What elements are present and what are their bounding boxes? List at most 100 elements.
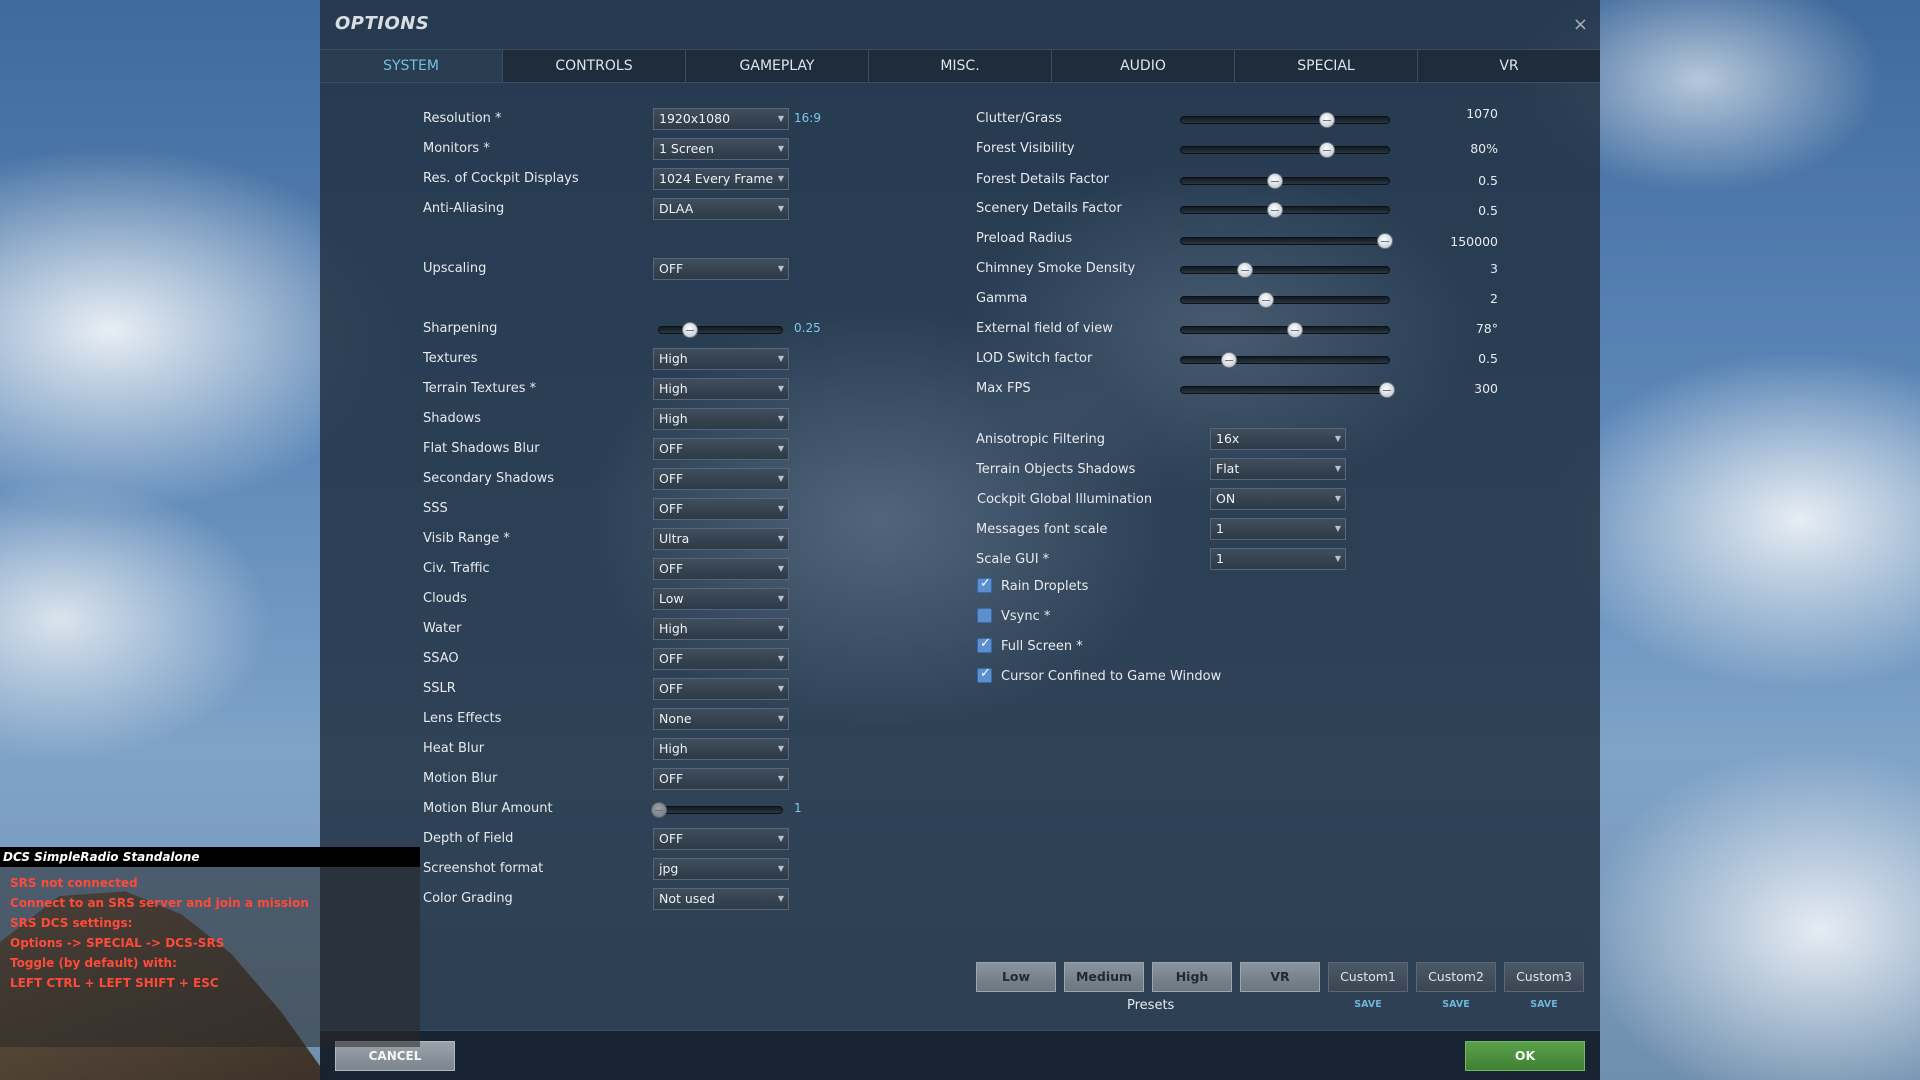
motion-blur-amount-slider[interactable] bbox=[651, 802, 783, 818]
max-fps-slider[interactable] bbox=[1180, 382, 1395, 398]
slider-thumb[interactable] bbox=[1378, 382, 1395, 398]
slider-thumb[interactable] bbox=[1266, 173, 1283, 189]
visib-range-dropdown[interactable]: Ultra ▼ bbox=[653, 528, 789, 550]
slider-thumb[interactable] bbox=[1318, 142, 1335, 158]
preset-low-button[interactable]: Low bbox=[976, 962, 1056, 992]
clouds-dropdown[interactable]: Low ▼ bbox=[653, 588, 789, 610]
rain-droplets-checkbox[interactable]: ✓ bbox=[977, 576, 992, 593]
close-icon[interactable]: × bbox=[1573, 14, 1588, 35]
slider-thumb[interactable] bbox=[1287, 322, 1304, 338]
preset-medium-button[interactable]: Medium bbox=[1064, 962, 1144, 992]
water-dropdown[interactable]: High ▼ bbox=[653, 618, 789, 640]
shadows-dropdown[interactable]: High ▼ bbox=[653, 408, 789, 430]
heat-blur-dropdown[interactable]: High ▼ bbox=[653, 738, 789, 760]
monitors-dropdown[interactable]: 1 Screen ▼ bbox=[653, 138, 789, 160]
cockpit-global-illumination-dropdown[interactable]: ON ▼ bbox=[1210, 488, 1346, 510]
color-grading-dropdown[interactable]: Not used ▼ bbox=[653, 888, 789, 910]
chimney-smoke-density-slider[interactable] bbox=[1180, 262, 1390, 278]
chevron-down-icon: ▼ bbox=[777, 444, 784, 453]
tab-controls[interactable]: CONTROLS bbox=[503, 50, 686, 82]
sslr-dropdown[interactable]: OFF ▼ bbox=[653, 678, 789, 700]
heat-blur-label: Heat Blur bbox=[423, 741, 485, 756]
civ-traffic-dropdown[interactable]: OFF ▼ bbox=[653, 558, 789, 580]
clutter-grass-slider[interactable] bbox=[1180, 112, 1390, 128]
rain-droplets-label: Rain Droplets bbox=[1001, 579, 1089, 594]
lod-switch-factor-slider[interactable] bbox=[1180, 352, 1390, 368]
motion-blur-amount-label: Motion Blur Amount bbox=[423, 801, 553, 816]
dropdown-value: High bbox=[659, 381, 688, 396]
dropdown-value: Ultra bbox=[659, 531, 690, 546]
preset-custom1-button[interactable]: Custom1 bbox=[1328, 962, 1408, 992]
dropdown-value: 1 bbox=[1216, 521, 1224, 536]
dropdown-value: OFF bbox=[659, 771, 684, 786]
sharpening-slider[interactable] bbox=[658, 322, 783, 338]
chevron-down-icon: ▼ bbox=[777, 774, 784, 783]
screenshot-format-dropdown[interactable]: jpg ▼ bbox=[653, 858, 789, 880]
messages-font-scale-label: Messages font scale bbox=[976, 522, 1108, 537]
ssao-label: SSAO bbox=[423, 651, 459, 666]
anisotropic-filtering-label: Anisotropic Filtering bbox=[976, 432, 1106, 447]
slider-thumb[interactable] bbox=[1266, 202, 1283, 218]
preload-radius-slider[interactable] bbox=[1180, 233, 1393, 249]
preset-custom2-button[interactable]: Custom2 bbox=[1416, 962, 1496, 992]
anisotropic-filtering-dropdown[interactable]: 16x ▼ bbox=[1210, 428, 1346, 450]
lens-effects-dropdown[interactable]: None ▼ bbox=[653, 708, 789, 730]
upscaling-dropdown[interactable]: OFF ▼ bbox=[653, 258, 789, 280]
flat-shadows-blur-dropdown[interactable]: OFF ▼ bbox=[653, 438, 789, 460]
slider-thumb[interactable] bbox=[651, 802, 667, 818]
scenery-details-factor-label: Scenery Details Factor bbox=[976, 201, 1122, 216]
save-custom3-link[interactable]: SAVE bbox=[1504, 999, 1584, 1010]
aspect-ratio-text: 16:9 bbox=[794, 111, 821, 125]
slider-thumb[interactable] bbox=[1237, 262, 1254, 278]
messages-font-scale-dropdown[interactable]: 1 ▼ bbox=[1210, 518, 1346, 540]
slider-thumb[interactable] bbox=[681, 322, 698, 338]
tab-gameplay[interactable]: GAMEPLAY bbox=[686, 50, 869, 82]
preset-vr-button[interactable]: VR bbox=[1240, 962, 1320, 992]
external-fov-slider[interactable] bbox=[1180, 322, 1390, 338]
slider-thumb[interactable] bbox=[1258, 292, 1275, 308]
gamma-slider[interactable] bbox=[1180, 292, 1390, 308]
tab-system[interactable]: SYSTEM bbox=[320, 50, 503, 82]
secondary-shadows-dropdown[interactable]: OFF ▼ bbox=[653, 468, 789, 490]
tab-audio[interactable]: AUDIO bbox=[1052, 50, 1235, 82]
tab-vr[interactable]: VR bbox=[1418, 50, 1600, 82]
tab-misc[interactable]: MISC. bbox=[869, 50, 1052, 82]
slider-thumb[interactable] bbox=[1318, 112, 1335, 128]
sss-dropdown[interactable]: OFF ▼ bbox=[653, 498, 789, 520]
dropdown-value: Not used bbox=[659, 891, 715, 906]
gamma-label: Gamma bbox=[976, 291, 1028, 306]
vsync-checkbox[interactable]: ✓ bbox=[977, 608, 992, 623]
slider-thumb[interactable] bbox=[1376, 233, 1393, 249]
scale-gui-dropdown[interactable]: 1 ▼ bbox=[1210, 548, 1346, 570]
tab-special[interactable]: SPECIAL bbox=[1235, 50, 1418, 82]
scenery-details-factor-slider[interactable] bbox=[1180, 202, 1390, 218]
terrain-objects-shadows-dropdown[interactable]: Flat ▼ bbox=[1210, 458, 1346, 480]
motion-blur-dropdown[interactable]: OFF ▼ bbox=[653, 768, 789, 790]
presets-label: Presets bbox=[1127, 998, 1175, 1013]
water-label: Water bbox=[423, 621, 462, 636]
save-custom2-link[interactable]: SAVE bbox=[1416, 999, 1496, 1010]
cockpit-displays-dropdown[interactable]: 1024 Every Frame ▼ bbox=[653, 168, 789, 190]
sslr-label: SSLR bbox=[423, 681, 456, 696]
cursor-confined-checkbox[interactable]: ✓ bbox=[977, 666, 992, 683]
chevron-down-icon: ▼ bbox=[777, 564, 784, 573]
chevron-down-icon: ▼ bbox=[777, 744, 784, 753]
chevron-down-icon: ▼ bbox=[777, 894, 784, 903]
slider-thumb[interactable] bbox=[1220, 352, 1237, 368]
forest-details-factor-slider[interactable] bbox=[1180, 173, 1390, 189]
preset-custom3-button[interactable]: Custom3 bbox=[1504, 962, 1584, 992]
textures-dropdown[interactable]: High ▼ bbox=[653, 348, 789, 370]
terrain-textures-dropdown[interactable]: High ▼ bbox=[653, 378, 789, 400]
forest-visibility-slider[interactable] bbox=[1180, 142, 1390, 158]
preset-high-button[interactable]: High bbox=[1152, 962, 1232, 992]
depth-of-field-dropdown[interactable]: OFF ▼ bbox=[653, 828, 789, 850]
save-custom1-link[interactable]: SAVE bbox=[1328, 999, 1408, 1010]
chevron-down-icon: ▼ bbox=[777, 384, 784, 393]
cockpit-global-illumination-label: Cockpit Global Illumination bbox=[977, 492, 1153, 507]
chevron-down-icon: ▼ bbox=[777, 654, 784, 663]
full-screen-checkbox[interactable]: ✓ bbox=[977, 636, 992, 653]
ssao-dropdown[interactable]: OFF ▼ bbox=[653, 648, 789, 670]
anti-aliasing-dropdown[interactable]: DLAA ▼ bbox=[653, 198, 789, 220]
resolution-dropdown[interactable]: 1920x1080 ▼ bbox=[653, 108, 789, 130]
ok-button[interactable]: OK bbox=[1465, 1041, 1585, 1071]
